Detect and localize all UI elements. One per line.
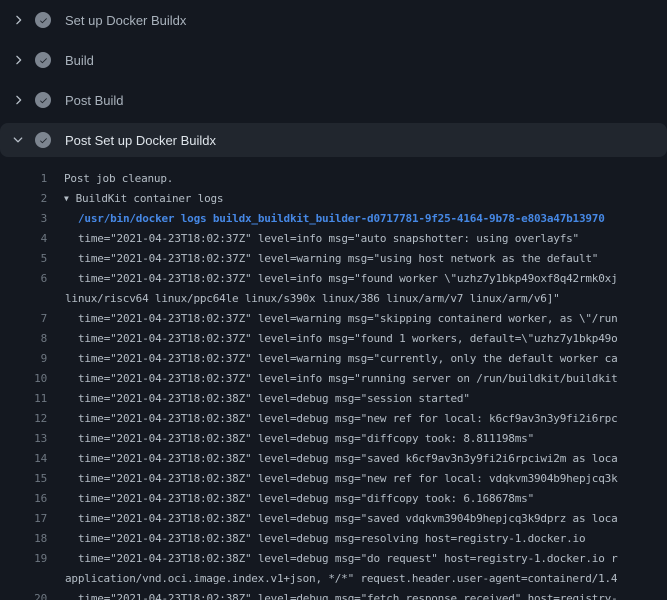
log-text: time="2021-04-23T18:02:38Z" level=debug …	[78, 529, 585, 549]
chevron-down-icon	[10, 132, 26, 148]
workflow-log-viewer: Set up Docker Buildx Build Post Build Po…	[0, 0, 667, 600]
line-number[interactable]: 5	[0, 249, 47, 269]
log-line: 8 time="2021-04-23T18:02:37Z" level=info …	[0, 329, 667, 349]
log-line-continuation: linux/riscv64 linux/ppc64le linux/s390x …	[0, 289, 667, 309]
log-line: 10 time="2021-04-23T18:02:37Z" level=info…	[0, 369, 667, 389]
log-line: 13 time="2021-04-23T18:02:38Z" level=debu…	[0, 429, 667, 449]
log-line: 7 time="2021-04-23T18:02:37Z" level=warni…	[0, 309, 667, 329]
line-number[interactable]: 18	[0, 529, 47, 549]
line-number[interactable]: 16	[0, 489, 47, 509]
command-text: /usr/bin/docker logs buildx_buildkit_bui…	[78, 209, 605, 229]
line-number[interactable]: 13	[0, 429, 47, 449]
chevron-right-icon	[10, 92, 26, 108]
log-group-line: 2 ▼BuildKit container logs	[0, 189, 667, 209]
log-text: time="2021-04-23T18:02:38Z" level=debug …	[78, 549, 618, 569]
line-number[interactable]: 9	[0, 349, 47, 369]
line-number[interactable]: 6	[0, 269, 47, 289]
log-line: 15 time="2021-04-23T18:02:38Z" level=debu…	[0, 469, 667, 489]
log-line: 16 time="2021-04-23T18:02:38Z" level=debu…	[0, 489, 667, 509]
step-header-build[interactable]: Build	[0, 40, 667, 80]
line-number[interactable]: 4	[0, 229, 47, 249]
log-text: time="2021-04-23T18:02:38Z" level=debug …	[78, 469, 618, 489]
log-text: time="2021-04-23T18:02:38Z" level=debug …	[78, 389, 470, 409]
log-line: 9 time="2021-04-23T18:02:37Z" level=warni…	[0, 349, 667, 369]
line-number[interactable]: 11	[0, 389, 47, 409]
log-line: 1 Post job cleanup.	[0, 169, 667, 189]
line-number[interactable]: 7	[0, 309, 47, 329]
log-line: 20 time="2021-04-23T18:02:38Z" level=debu…	[0, 589, 667, 600]
step-header-post-build[interactable]: Post Build	[0, 80, 667, 120]
log-text: Post job cleanup.	[64, 169, 173, 189]
log-line-continuation: application/vnd.oci.image.index.v1+json,…	[0, 569, 667, 589]
log-text: time="2021-04-23T18:02:37Z" level=info m…	[78, 269, 618, 289]
log-text: application/vnd.oci.image.index.v1+json,…	[65, 569, 617, 589]
log-line: 18 time="2021-04-23T18:02:38Z" level=debu…	[0, 529, 667, 549]
log-text: time="2021-04-23T18:02:38Z" level=debug …	[78, 509, 618, 529]
log-line: 19 time="2021-04-23T18:02:38Z" level=debu…	[0, 549, 667, 569]
log-text: time="2021-04-23T18:02:37Z" level=info m…	[78, 369, 618, 389]
line-number[interactable]: 17	[0, 509, 47, 529]
log-line: 14 time="2021-04-23T18:02:38Z" level=debu…	[0, 449, 667, 469]
line-number[interactable]: 2	[0, 189, 47, 209]
step-label: Post Build	[65, 93, 124, 108]
check-circle-icon	[35, 92, 51, 108]
log-text: time="2021-04-23T18:02:37Z" level=warnin…	[78, 309, 618, 329]
log-text: time="2021-04-23T18:02:38Z" level=debug …	[78, 489, 534, 509]
log-line: 3/usr/bin/docker logs buildx_buildkit_bu…	[0, 209, 667, 229]
log-text: time="2021-04-23T18:02:38Z" level=debug …	[78, 589, 618, 600]
step-label: Build	[65, 53, 94, 68]
log-area: 1 Post job cleanup. 2 ▼BuildKit container l…	[0, 160, 667, 600]
line-number[interactable]: 15	[0, 469, 47, 489]
step-header-set-up-docker-buildx[interactable]: Set up Docker Buildx	[0, 0, 667, 40]
log-text: time="2021-04-23T18:02:38Z" level=debug …	[78, 409, 618, 429]
check-circle-icon	[35, 12, 51, 28]
log-line: 12 time="2021-04-23T18:02:38Z" level=debu…	[0, 409, 667, 429]
step-header-post-set-up-docker-buildx[interactable]: Post Set up Docker Buildx	[0, 123, 667, 157]
log-text: time="2021-04-23T18:02:37Z" level=info m…	[78, 229, 579, 249]
line-number[interactable]: 12	[0, 409, 47, 429]
line-number	[0, 569, 47, 589]
log-text: time="2021-04-23T18:02:37Z" level=warnin…	[78, 349, 618, 369]
line-number[interactable]: 3	[0, 209, 47, 229]
line-number[interactable]: 14	[0, 449, 47, 469]
step-label: Set up Docker Buildx	[65, 13, 186, 28]
line-number[interactable]: 1	[0, 169, 47, 189]
line-number[interactable]: 8	[0, 329, 47, 349]
line-number[interactable]: 10	[0, 369, 47, 389]
log-text: time="2021-04-23T18:02:37Z" level=warnin…	[78, 249, 598, 269]
check-circle-icon	[35, 132, 51, 148]
line-number[interactable]: 19	[0, 549, 47, 569]
chevron-right-icon	[10, 12, 26, 28]
check-circle-icon	[35, 52, 51, 68]
step-label: Post Set up Docker Buildx	[65, 133, 216, 148]
log-line: 6 time="2021-04-23T18:02:37Z" level=info …	[0, 269, 667, 289]
log-line: 5 time="2021-04-23T18:02:37Z" level=warni…	[0, 249, 667, 269]
line-number	[0, 289, 47, 309]
log-text: linux/riscv64 linux/ppc64le linux/s390x …	[65, 289, 560, 309]
log-line: 17 time="2021-04-23T18:02:38Z" level=debu…	[0, 509, 667, 529]
log-text: ▼BuildKit container logs	[64, 189, 223, 209]
line-number[interactable]: 20	[0, 589, 47, 600]
log-text: time="2021-04-23T18:02:38Z" level=debug …	[78, 449, 618, 469]
triangle-down-icon[interactable]: ▼	[64, 189, 69, 209]
log-text: time="2021-04-23T18:02:37Z" level=info m…	[78, 329, 618, 349]
log-text: time="2021-04-23T18:02:38Z" level=debug …	[78, 429, 534, 449]
chevron-right-icon	[10, 52, 26, 68]
log-line: 4 time="2021-04-23T18:02:37Z" level=info …	[0, 229, 667, 249]
log-line: 11 time="2021-04-23T18:02:38Z" level=debu…	[0, 389, 667, 409]
